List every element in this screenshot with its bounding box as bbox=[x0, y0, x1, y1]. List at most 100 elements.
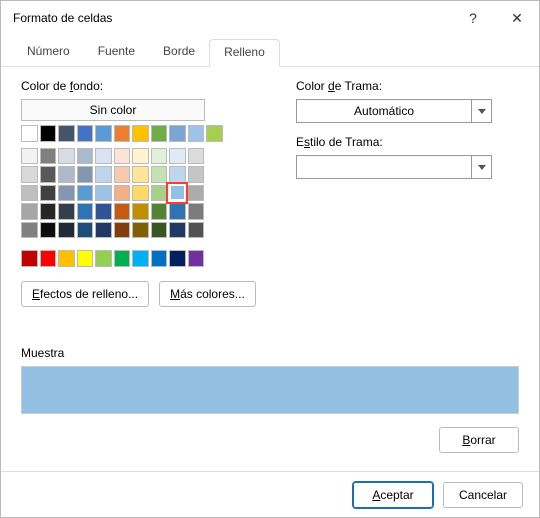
dialog-footer: Aceptar Cancelar bbox=[1, 471, 539, 517]
color-swatch[interactable] bbox=[188, 222, 205, 239]
color-swatch[interactable] bbox=[40, 250, 57, 267]
color-swatch[interactable] bbox=[114, 250, 131, 267]
color-swatch[interactable] bbox=[206, 125, 223, 142]
color-swatch[interactable] bbox=[58, 185, 75, 202]
color-swatch[interactable] bbox=[169, 125, 186, 142]
color-swatch[interactable] bbox=[40, 203, 57, 220]
color-swatch[interactable] bbox=[58, 148, 75, 165]
color-swatch[interactable] bbox=[132, 125, 149, 142]
theme-color-row bbox=[21, 125, 266, 142]
chevron-down-icon[interactable] bbox=[471, 100, 491, 122]
tab-border[interactable]: Borde bbox=[149, 39, 209, 66]
color-swatch[interactable] bbox=[114, 148, 131, 165]
color-swatch[interactable] bbox=[132, 185, 149, 202]
color-swatch[interactable] bbox=[77, 125, 94, 142]
color-swatch[interactable] bbox=[21, 125, 38, 142]
chevron-down-icon[interactable] bbox=[471, 156, 491, 178]
color-swatch[interactable] bbox=[95, 250, 112, 267]
color-swatch[interactable] bbox=[114, 222, 131, 239]
color-swatch[interactable] bbox=[95, 148, 112, 165]
color-swatch[interactable] bbox=[151, 222, 168, 239]
color-swatch[interactable] bbox=[187, 185, 204, 202]
color-swatch[interactable] bbox=[132, 203, 149, 220]
pattern-color-value: Automático bbox=[297, 104, 471, 118]
color-swatch[interactable] bbox=[40, 222, 57, 239]
color-swatch[interactable] bbox=[114, 125, 131, 142]
color-swatch[interactable] bbox=[114, 166, 131, 183]
color-swatch[interactable] bbox=[77, 222, 94, 239]
color-swatch[interactable] bbox=[169, 250, 186, 267]
color-swatch[interactable] bbox=[151, 166, 168, 183]
color-swatch[interactable] bbox=[58, 250, 75, 267]
color-swatch[interactable] bbox=[58, 222, 75, 239]
tab-fill[interactable]: Relleno bbox=[209, 39, 280, 67]
color-swatch[interactable] bbox=[132, 250, 149, 267]
shade-grid bbox=[21, 148, 266, 241]
color-swatch[interactable] bbox=[151, 203, 168, 220]
tab-number[interactable]: Número bbox=[13, 39, 84, 66]
color-swatch[interactable] bbox=[77, 166, 94, 183]
color-swatch[interactable] bbox=[58, 203, 75, 220]
color-swatch[interactable] bbox=[188, 166, 205, 183]
color-swatch[interactable] bbox=[77, 250, 94, 267]
color-swatch[interactable] bbox=[95, 185, 112, 202]
color-swatch[interactable] bbox=[58, 166, 75, 183]
color-swatch[interactable] bbox=[40, 125, 57, 142]
color-swatch[interactable] bbox=[21, 148, 38, 165]
ok-button[interactable]: Aceptar bbox=[353, 482, 433, 508]
color-swatch[interactable] bbox=[132, 166, 149, 183]
color-swatch[interactable] bbox=[58, 125, 75, 142]
dialog-title: Formato de celdas bbox=[13, 11, 451, 25]
sample-section: Muestra bbox=[21, 346, 519, 414]
titlebar: Formato de celdas ? ✕ bbox=[1, 1, 539, 35]
color-swatch[interactable] bbox=[169, 166, 186, 183]
color-swatch[interactable] bbox=[40, 148, 57, 165]
format-cells-dialog: Formato de celdas ? ✕ Número Fuente Bord… bbox=[0, 0, 540, 518]
color-swatch[interactable] bbox=[188, 250, 205, 267]
color-swatch[interactable] bbox=[132, 222, 149, 239]
sample-label: Muestra bbox=[21, 346, 519, 360]
standard-color-row bbox=[21, 250, 266, 267]
color-swatch[interactable] bbox=[77, 185, 94, 202]
color-swatch[interactable] bbox=[95, 125, 112, 142]
pattern-style-dropdown[interactable] bbox=[296, 155, 492, 179]
fill-effects-button[interactable]: Efectos de relleno... bbox=[21, 281, 149, 307]
color-swatch[interactable] bbox=[188, 203, 205, 220]
pattern-color-dropdown[interactable]: Automático bbox=[296, 99, 492, 123]
clear-button[interactable]: Borrar bbox=[439, 427, 519, 453]
help-button[interactable]: ? bbox=[451, 1, 495, 35]
pattern-style-label: Estilo de Trama: bbox=[296, 135, 519, 149]
close-button[interactable]: ✕ bbox=[495, 1, 539, 35]
tab-font[interactable]: Fuente bbox=[84, 39, 149, 66]
color-swatch[interactable] bbox=[21, 250, 38, 267]
cancel-button[interactable]: Cancelar bbox=[443, 482, 523, 508]
more-colors-button[interactable]: Más colores... bbox=[159, 281, 256, 307]
color-swatch[interactable] bbox=[114, 185, 131, 202]
color-swatch-selected[interactable] bbox=[166, 182, 188, 204]
no-color-button[interactable]: Sin color bbox=[21, 99, 205, 121]
color-swatch[interactable] bbox=[40, 185, 57, 202]
color-swatch[interactable] bbox=[151, 125, 168, 142]
tabs: Número Fuente Borde Relleno bbox=[1, 39, 539, 67]
color-swatch[interactable] bbox=[40, 166, 57, 183]
color-swatch[interactable] bbox=[169, 148, 186, 165]
color-swatch[interactable] bbox=[21, 203, 38, 220]
color-swatch[interactable] bbox=[132, 148, 149, 165]
color-swatch[interactable] bbox=[169, 222, 186, 239]
color-swatch[interactable] bbox=[188, 125, 205, 142]
color-swatch[interactable] bbox=[151, 185, 168, 202]
color-swatch[interactable] bbox=[188, 148, 205, 165]
color-swatch[interactable] bbox=[77, 148, 94, 165]
color-swatch[interactable] bbox=[21, 222, 38, 239]
color-swatch[interactable] bbox=[77, 203, 94, 220]
bg-color-label: Color de fondo: bbox=[21, 79, 266, 93]
color-swatch[interactable] bbox=[95, 222, 112, 239]
color-swatch[interactable] bbox=[151, 148, 168, 165]
color-swatch[interactable] bbox=[169, 203, 186, 220]
color-swatch[interactable] bbox=[21, 185, 38, 202]
color-swatch[interactable] bbox=[21, 166, 38, 183]
color-swatch[interactable] bbox=[95, 166, 112, 183]
color-swatch[interactable] bbox=[95, 203, 112, 220]
color-swatch[interactable] bbox=[114, 203, 131, 220]
color-swatch[interactable] bbox=[151, 250, 168, 267]
